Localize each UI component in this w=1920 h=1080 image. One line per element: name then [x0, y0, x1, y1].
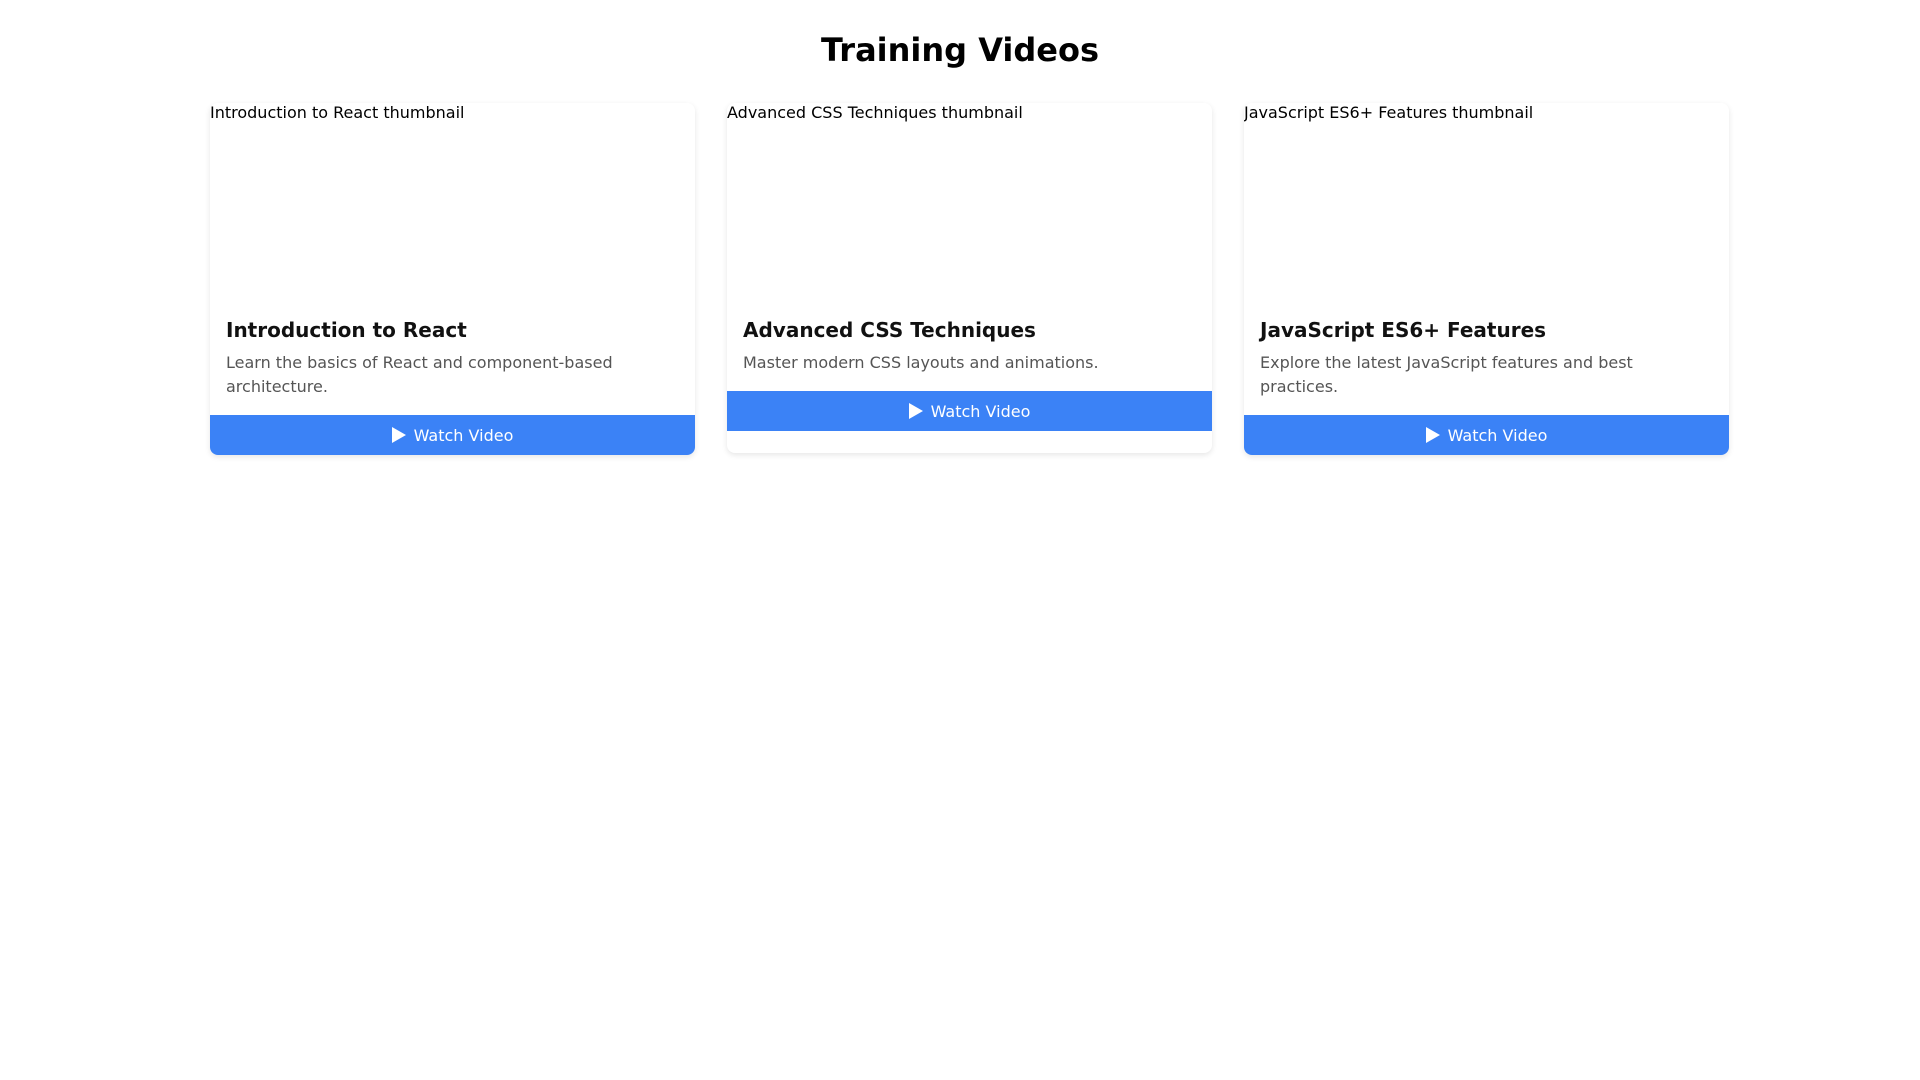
watch-video-label: Watch Video	[930, 401, 1031, 421]
video-description: Master modern CSS layouts and animations…	[743, 353, 1099, 372]
thumbnail-alt-text: Introduction to React thumbnail	[210, 103, 465, 122]
play-icon	[391, 427, 406, 443]
video-thumbnail: Advanced CSS Techniques thumbnail	[727, 103, 1212, 303]
video-card: Advanced CSS Techniques thumbnail Advanc…	[727, 103, 1212, 453]
video-thumbnail: Introduction to React thumbnail	[210, 103, 695, 303]
page-title: Training Videos	[820, 31, 1100, 69]
video-title: Introduction to React	[226, 318, 467, 342]
watch-video-button[interactable]: Watch Video	[210, 415, 695, 455]
video-description: Explore the latest JavaScript features a…	[1260, 353, 1633, 396]
video-title: JavaScript ES6+ Features	[1260, 318, 1547, 342]
video-card-list: Introduction to React thumbnail Introduc…	[210, 103, 1730, 455]
watch-video-label: Watch Video	[413, 425, 514, 445]
video-card-body: Introduction to React Learn the basics o…	[210, 303, 695, 415]
play-icon	[908, 403, 923, 419]
watch-video-label: Watch Video	[1447, 425, 1548, 445]
video-card-body: Advanced CSS Techniques Master modern CS…	[727, 303, 1212, 391]
play-icon	[1425, 427, 1440, 443]
thumbnail-alt-text: Advanced CSS Techniques thumbnail	[727, 103, 1023, 122]
watch-video-button[interactable]: Watch Video	[1244, 415, 1729, 455]
video-title: Advanced CSS Techniques	[743, 318, 1036, 342]
video-card: Introduction to React thumbnail Introduc…	[210, 103, 695, 455]
watch-video-button[interactable]: Watch Video	[727, 391, 1212, 431]
thumbnail-alt-text: JavaScript ES6+ Features thumbnail	[1244, 103, 1534, 122]
video-card: JavaScript ES6+ Features thumbnail JavaS…	[1244, 103, 1729, 455]
video-thumbnail: JavaScript ES6+ Features thumbnail	[1244, 103, 1729, 303]
video-card-body: JavaScript ES6+ Features Explore the lat…	[1244, 303, 1729, 415]
video-description: Learn the basics of React and component-…	[226, 353, 613, 396]
